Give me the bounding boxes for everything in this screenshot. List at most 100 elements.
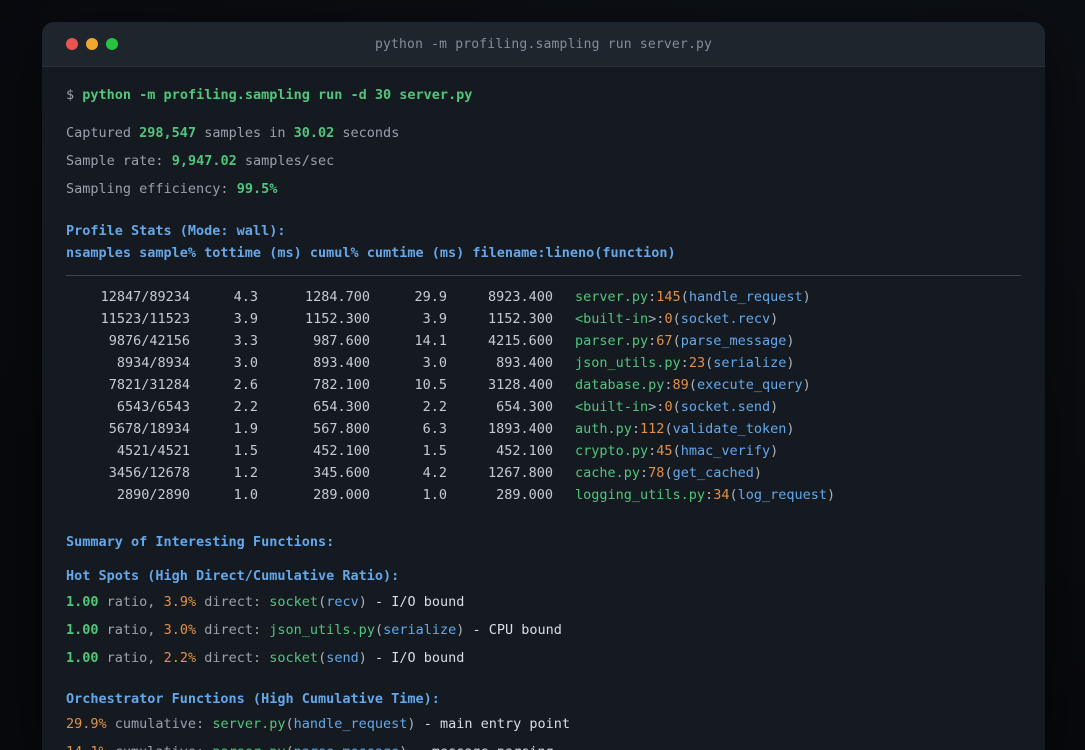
profile-columns-header: nsamples sample% tottime (ms) cumul% cum… bbox=[66, 245, 676, 261]
ratio-value: 1.00 bbox=[66, 650, 99, 666]
cumul-pct-cell: 2.2 bbox=[422, 399, 447, 415]
cumtime-cell: 1152.300 bbox=[487, 311, 553, 327]
function-name: serialize bbox=[713, 355, 787, 371]
nsamples-cell: 4521/4521 bbox=[116, 443, 190, 459]
filename: <built-in bbox=[575, 399, 649, 415]
line-number: 67 bbox=[656, 333, 673, 349]
function-cell: logging_utils.py:34(log_request) bbox=[553, 484, 1021, 506]
function-cell: parser.py:67(parse_message) bbox=[553, 330, 1021, 352]
cumul-pct-cell: 14.1 bbox=[414, 333, 447, 349]
tottime-cell: 345.600 bbox=[313, 465, 370, 481]
function-cell: json_utils.py:23(serialize) bbox=[553, 352, 1021, 374]
function-name: handle_request bbox=[293, 716, 408, 732]
direct-label: direct: bbox=[204, 650, 262, 666]
function-name: recv bbox=[326, 594, 359, 610]
filename: cache.py bbox=[575, 465, 641, 481]
role-note: - message parsing bbox=[416, 744, 554, 750]
prompt-symbol: $ bbox=[66, 87, 75, 103]
hotspots-heading: Hot Spots (High Direct/Cumulative Ratio)… bbox=[66, 568, 400, 584]
sample-pct-cell: 1.5 bbox=[233, 443, 258, 459]
function-name: socket.send bbox=[680, 399, 771, 415]
sample-pct-cell: 1.2 bbox=[233, 465, 258, 481]
filename: <built-in bbox=[575, 311, 649, 327]
profile-table-row: 6543/6543 2.2 654.300 2.2 654.300 <built-in>:… bbox=[66, 396, 1021, 418]
open-paren: ( bbox=[318, 650, 327, 666]
efficiency-label: Sampling efficiency: bbox=[66, 181, 229, 197]
cumtime-cell: 654.300 bbox=[496, 399, 553, 415]
close-paren: ) bbox=[770, 399, 779, 415]
profile-table-row: 11523/11523 3.9 1152.300 3.9 1152.300 <built-… bbox=[66, 308, 1021, 330]
efficiency-value: 99.5% bbox=[236, 181, 278, 197]
captured-line: Captured 298,547 samples in 30.02 second… bbox=[66, 122, 1021, 144]
hotspots-list: 1.00 ratio, 3.9% direct: socket(recv) - … bbox=[66, 591, 1021, 669]
cumtime-cell: 893.400 bbox=[496, 355, 553, 371]
direct-pct: 2.2% bbox=[163, 650, 197, 666]
sample-rate-line: Sample rate: 9,947.02 samples/sec bbox=[66, 150, 1021, 172]
open-paren: ( bbox=[705, 355, 714, 371]
maximize-button[interactable] bbox=[106, 38, 118, 50]
role-note: - main entry point bbox=[423, 716, 571, 732]
sample-pct-cell: 3.3 bbox=[233, 333, 258, 349]
function-cell: server.py:145(handle_request) bbox=[553, 286, 1021, 308]
traffic-lights bbox=[66, 38, 118, 50]
function-name: validate_token bbox=[672, 421, 787, 437]
function-cell: <built-in>:0(socket.recv) bbox=[553, 308, 1021, 330]
profile-table-row: 2890/2890 1.0 289.000 1.0 289.000 logging_uti… bbox=[66, 484, 1021, 506]
nsamples-cell: 5678/18934 bbox=[108, 421, 190, 437]
open-paren: ( bbox=[318, 594, 327, 610]
open-paren: ( bbox=[672, 311, 681, 327]
function-name: hmac_verify bbox=[680, 443, 771, 459]
close-paren: ) bbox=[407, 716, 416, 732]
ratio-label: ratio, bbox=[106, 622, 156, 638]
sample-pct-cell: 1.0 bbox=[233, 487, 258, 503]
cumulative-pct: 29.9% bbox=[66, 716, 107, 732]
filename: auth.py bbox=[575, 421, 632, 437]
command-line: $ python -m profiling.sampling run -d 30… bbox=[66, 84, 1021, 106]
seconds-label: seconds bbox=[342, 125, 400, 141]
profile-table-row: 9876/42156 3.3 987.600 14.1 4215.600 parser.p… bbox=[66, 330, 1021, 352]
colon-separator: : bbox=[640, 465, 649, 481]
function-name: send bbox=[326, 650, 359, 666]
line-number: 34 bbox=[713, 487, 730, 503]
profile-stats-heading: Profile Stats (Mode: wall): bbox=[66, 223, 286, 239]
close-paren: ) bbox=[358, 650, 367, 666]
hotspot-item: 1.00 ratio, 2.2% direct: socket(send) - … bbox=[66, 647, 1021, 669]
profile-table-row: 12847/89234 4.3 1284.700 29.9 8923.400 server… bbox=[66, 286, 1021, 308]
target-name: parser.py bbox=[212, 744, 285, 750]
open-paren: ( bbox=[285, 716, 294, 732]
open-paren: ( bbox=[729, 487, 738, 503]
orchestrators-list: 29.9% cumulative: server.py(handle_reque… bbox=[66, 713, 1021, 750]
profile-table-row: 8934/8934 3.0 893.400 3.0 893.400 json_utils.… bbox=[66, 352, 1021, 374]
cumtime-cell: 1893.400 bbox=[487, 421, 553, 437]
close-paren: ) bbox=[786, 355, 795, 371]
function-name: serialize bbox=[383, 622, 457, 638]
orchestrator-item: 29.9% cumulative: server.py(handle_reque… bbox=[66, 713, 1021, 735]
open-paren: ( bbox=[672, 333, 681, 349]
efficiency-line: Sampling efficiency: 99.5% bbox=[66, 178, 1021, 200]
colon-separator: : bbox=[705, 487, 714, 503]
sample-pct-cell: 3.0 bbox=[233, 355, 258, 371]
target-name: server.py bbox=[212, 716, 286, 732]
tottime-cell: 1152.300 bbox=[304, 311, 370, 327]
cumul-pct-cell: 1.5 bbox=[422, 443, 447, 459]
open-paren: ( bbox=[664, 465, 673, 481]
function-name: parse_message bbox=[680, 333, 787, 349]
duration-value: 30.02 bbox=[293, 125, 335, 141]
close-button[interactable] bbox=[66, 38, 78, 50]
minimize-button[interactable] bbox=[86, 38, 98, 50]
samples-count: 298,547 bbox=[139, 125, 197, 141]
profile-table-row: 4521/4521 1.5 452.100 1.5 452.100 crypto.py:4… bbox=[66, 440, 1021, 462]
function-name: get_cached bbox=[672, 465, 754, 481]
bound-note: - I/O bound bbox=[375, 594, 465, 610]
open-paren: ( bbox=[680, 289, 689, 305]
target-name: socket bbox=[269, 594, 319, 610]
nsamples-cell: 3456/12678 bbox=[108, 465, 190, 481]
direct-label: direct: bbox=[204, 622, 262, 638]
close-paren: ) bbox=[770, 443, 779, 459]
cumulative-label: cumulative: bbox=[115, 744, 204, 750]
open-paren: ( bbox=[672, 443, 681, 459]
line-number: 145 bbox=[656, 289, 681, 305]
bound-note: - I/O bound bbox=[375, 650, 465, 666]
colon-separator: : bbox=[680, 355, 689, 371]
rate-suffix: samples/sec bbox=[244, 153, 335, 169]
